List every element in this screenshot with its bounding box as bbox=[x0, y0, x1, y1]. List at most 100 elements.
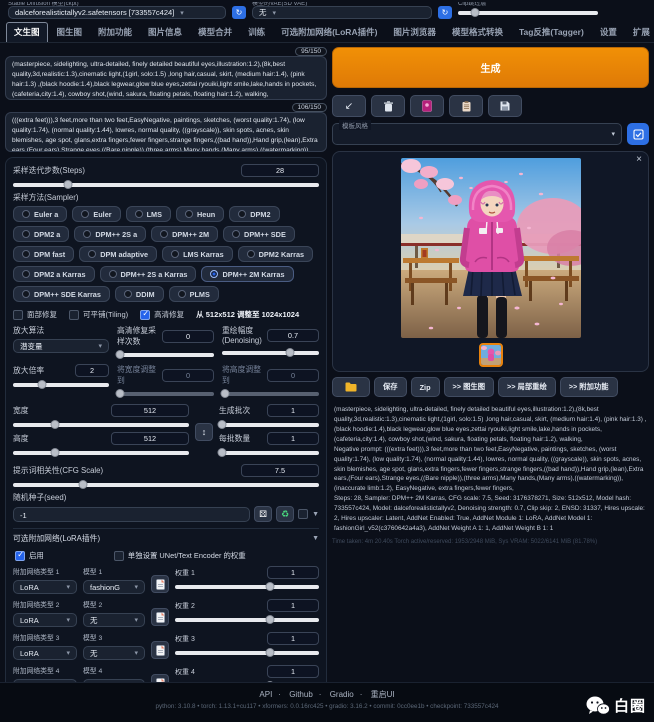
tab-image-browser[interactable]: 图片浏览器 bbox=[386, 23, 443, 42]
refresh-vae-button[interactable]: ↻ bbox=[438, 6, 452, 19]
resize-width-slider[interactable] bbox=[117, 392, 214, 396]
generated-image[interactable] bbox=[401, 158, 581, 338]
lora-enable-checkbox[interactable]: 启用 bbox=[15, 550, 44, 561]
prompt-input[interactable]: (masterpiece, sidelighting, ultra-detail… bbox=[5, 56, 327, 100]
lora-type-dropdown[interactable]: LoRA▾ bbox=[13, 580, 77, 594]
checkpoint-dropdown[interactable]: dalceforealistictallyv2.safetensors [733… bbox=[8, 6, 226, 19]
lora-model-dropdown[interactable]: 无▾ bbox=[83, 646, 145, 660]
close-icon[interactable]: × bbox=[636, 154, 642, 165]
lora-weight-value[interactable]: 1 bbox=[267, 632, 319, 645]
batch-count-value[interactable]: 1 bbox=[267, 404, 319, 417]
lora-weight-value[interactable]: 1 bbox=[267, 566, 319, 579]
sampler-option[interactable]: DPM adaptive bbox=[79, 246, 157, 262]
send-to-extras-button[interactable]: >> 附加功能 bbox=[560, 377, 618, 397]
tab-img2img[interactable]: 图生图 bbox=[50, 23, 90, 42]
upscale-by-value[interactable]: 2 bbox=[75, 364, 109, 377]
sampler-option[interactable]: LMS Karras bbox=[162, 246, 233, 262]
tab-settings[interactable]: 设置 bbox=[593, 23, 624, 42]
lora-collapse-icon[interactable]: ▼ bbox=[312, 535, 319, 542]
height-value[interactable]: 512 bbox=[111, 432, 189, 445]
open-folder-button[interactable] bbox=[332, 377, 370, 397]
lora-type-dropdown[interactable]: LoRA▾ bbox=[13, 613, 77, 627]
sampler-option[interactable]: DDIM bbox=[115, 286, 164, 302]
sampler-option[interactable]: DPM fast bbox=[13, 246, 74, 262]
vae-dropdown[interactable]: 无 ▾ bbox=[252, 6, 432, 19]
steps-slider[interactable] bbox=[13, 183, 319, 187]
save-image-button[interactable]: 保存 bbox=[374, 377, 407, 397]
tiling-checkbox[interactable]: 可平铺(Tiling) bbox=[69, 309, 128, 320]
sampler-option[interactable]: DPM2 a Karras bbox=[13, 266, 95, 282]
resize-width-value[interactable]: 0 bbox=[162, 369, 214, 382]
resize-height-slider[interactable] bbox=[222, 392, 319, 396]
lora-model-dropdown[interactable]: 无▾ bbox=[83, 613, 145, 627]
lora-weight-slider[interactable] bbox=[175, 618, 319, 622]
extra-seed-checkbox[interactable] bbox=[298, 509, 308, 519]
sampler-option[interactable]: DPM2 a bbox=[13, 226, 69, 242]
style-select-button[interactable] bbox=[627, 123, 649, 145]
tab-checkpoint-merger[interactable]: 模型合并 bbox=[191, 23, 239, 42]
sampler-option[interactable]: Euler a bbox=[13, 206, 67, 222]
sampler-option[interactable]: LMS bbox=[126, 206, 171, 222]
lora-type-dropdown[interactable]: LoRA▾ bbox=[13, 646, 77, 660]
tab-png-info[interactable]: 图片信息 bbox=[141, 23, 189, 42]
seed-collapse-icon[interactable]: ▼ bbox=[312, 511, 319, 518]
random-seed-button[interactable]: ⚄ bbox=[254, 506, 272, 522]
batch-size-slider[interactable] bbox=[219, 451, 319, 455]
zip-button[interactable]: Zip bbox=[411, 377, 440, 397]
clip-skip-slider[interactable] bbox=[458, 6, 598, 19]
sampler-option-selected[interactable]: DPM++ 2M Karras bbox=[201, 266, 293, 282]
batch-size-value[interactable]: 1 bbox=[267, 432, 319, 445]
tab-tagger[interactable]: Tag反推(Tagger) bbox=[512, 23, 591, 42]
tab-txt2img[interactable]: 文生图 bbox=[6, 22, 48, 42]
style-dropdown[interactable]: 模板风格 ▾ bbox=[332, 123, 622, 145]
sampler-option[interactable]: DPM2 bbox=[229, 206, 279, 222]
tab-extensions[interactable]: 扩展 bbox=[626, 23, 654, 42]
batch-count-slider[interactable] bbox=[219, 423, 319, 427]
sampler-option[interactable]: DPM++ 2M bbox=[151, 226, 218, 242]
github-link[interactable]: Github bbox=[289, 690, 313, 699]
lora-info-button[interactable] bbox=[151, 641, 169, 659]
restore-faces-checkbox[interactable]: 面部修复 bbox=[13, 309, 57, 320]
clear-prompt-button[interactable] bbox=[371, 95, 405, 117]
lora-weight-value[interactable]: 1 bbox=[267, 599, 319, 612]
denoising-value[interactable]: 0.7 bbox=[267, 329, 319, 342]
reuse-seed-button[interactable]: ♻ bbox=[276, 506, 294, 522]
height-slider[interactable] bbox=[13, 451, 189, 455]
hires-steps-value[interactable]: 0 bbox=[162, 330, 214, 343]
sampler-option[interactable]: DPM++ 2S a Karras bbox=[100, 266, 197, 282]
negative-prompt-input[interactable]: (((extra feet))),3 feet,more than two fe… bbox=[5, 112, 327, 152]
lora-weight-slider[interactable] bbox=[175, 651, 319, 655]
tab-extras[interactable]: 附加功能 bbox=[91, 23, 139, 42]
api-link[interactable]: API bbox=[259, 690, 272, 699]
sampler-option[interactable]: Heun bbox=[176, 206, 224, 222]
send-to-inpaint-button[interactable]: >> 局部重绘 bbox=[498, 377, 556, 397]
reload-ui-link[interactable]: 重启UI bbox=[371, 690, 395, 699]
swap-width-height-button[interactable]: ↕ bbox=[195, 423, 213, 441]
hires-steps-slider[interactable] bbox=[117, 353, 214, 357]
width-slider[interactable] bbox=[13, 423, 189, 427]
seed-input[interactable]: -1 bbox=[13, 507, 250, 522]
steps-value[interactable]: 28 bbox=[241, 164, 319, 177]
sampler-option[interactable]: PLMS bbox=[169, 286, 219, 302]
sampler-option[interactable]: Euler bbox=[72, 206, 120, 222]
lora-separate-weights-checkbox[interactable]: 单独设置 UNet/Text Encoder 的权重 bbox=[114, 550, 246, 561]
hires-fix-checkbox[interactable]: 高清修复 bbox=[140, 309, 184, 320]
paste-prompt-button[interactable]: ↙ bbox=[332, 95, 366, 117]
resize-height-value[interactable]: 0 bbox=[267, 369, 319, 382]
send-to-img2img-button[interactable]: >> 图生图 bbox=[444, 377, 494, 397]
cfg-scale-slider[interactable] bbox=[13, 483, 319, 487]
apply-style-button[interactable] bbox=[449, 95, 483, 117]
tab-train[interactable]: 训练 bbox=[241, 23, 272, 42]
lora-weight-value[interactable]: 1 bbox=[267, 665, 319, 678]
width-value[interactable]: 512 bbox=[111, 404, 189, 417]
extra-networks-button[interactable] bbox=[410, 95, 444, 117]
tab-model-converter[interactable]: 模型格式转换 bbox=[445, 23, 510, 42]
save-style-button[interactable] bbox=[488, 95, 522, 117]
lora-info-button[interactable] bbox=[151, 608, 169, 626]
refresh-checkpoint-button[interactable]: ↻ bbox=[232, 6, 246, 19]
gradio-link[interactable]: Gradio bbox=[330, 690, 354, 699]
gallery-thumbnail[interactable] bbox=[479, 343, 503, 367]
lora-info-button[interactable] bbox=[151, 575, 169, 593]
sampler-option[interactable]: DPM++ SDE bbox=[223, 226, 295, 242]
generate-button[interactable]: 生成 bbox=[332, 47, 649, 88]
